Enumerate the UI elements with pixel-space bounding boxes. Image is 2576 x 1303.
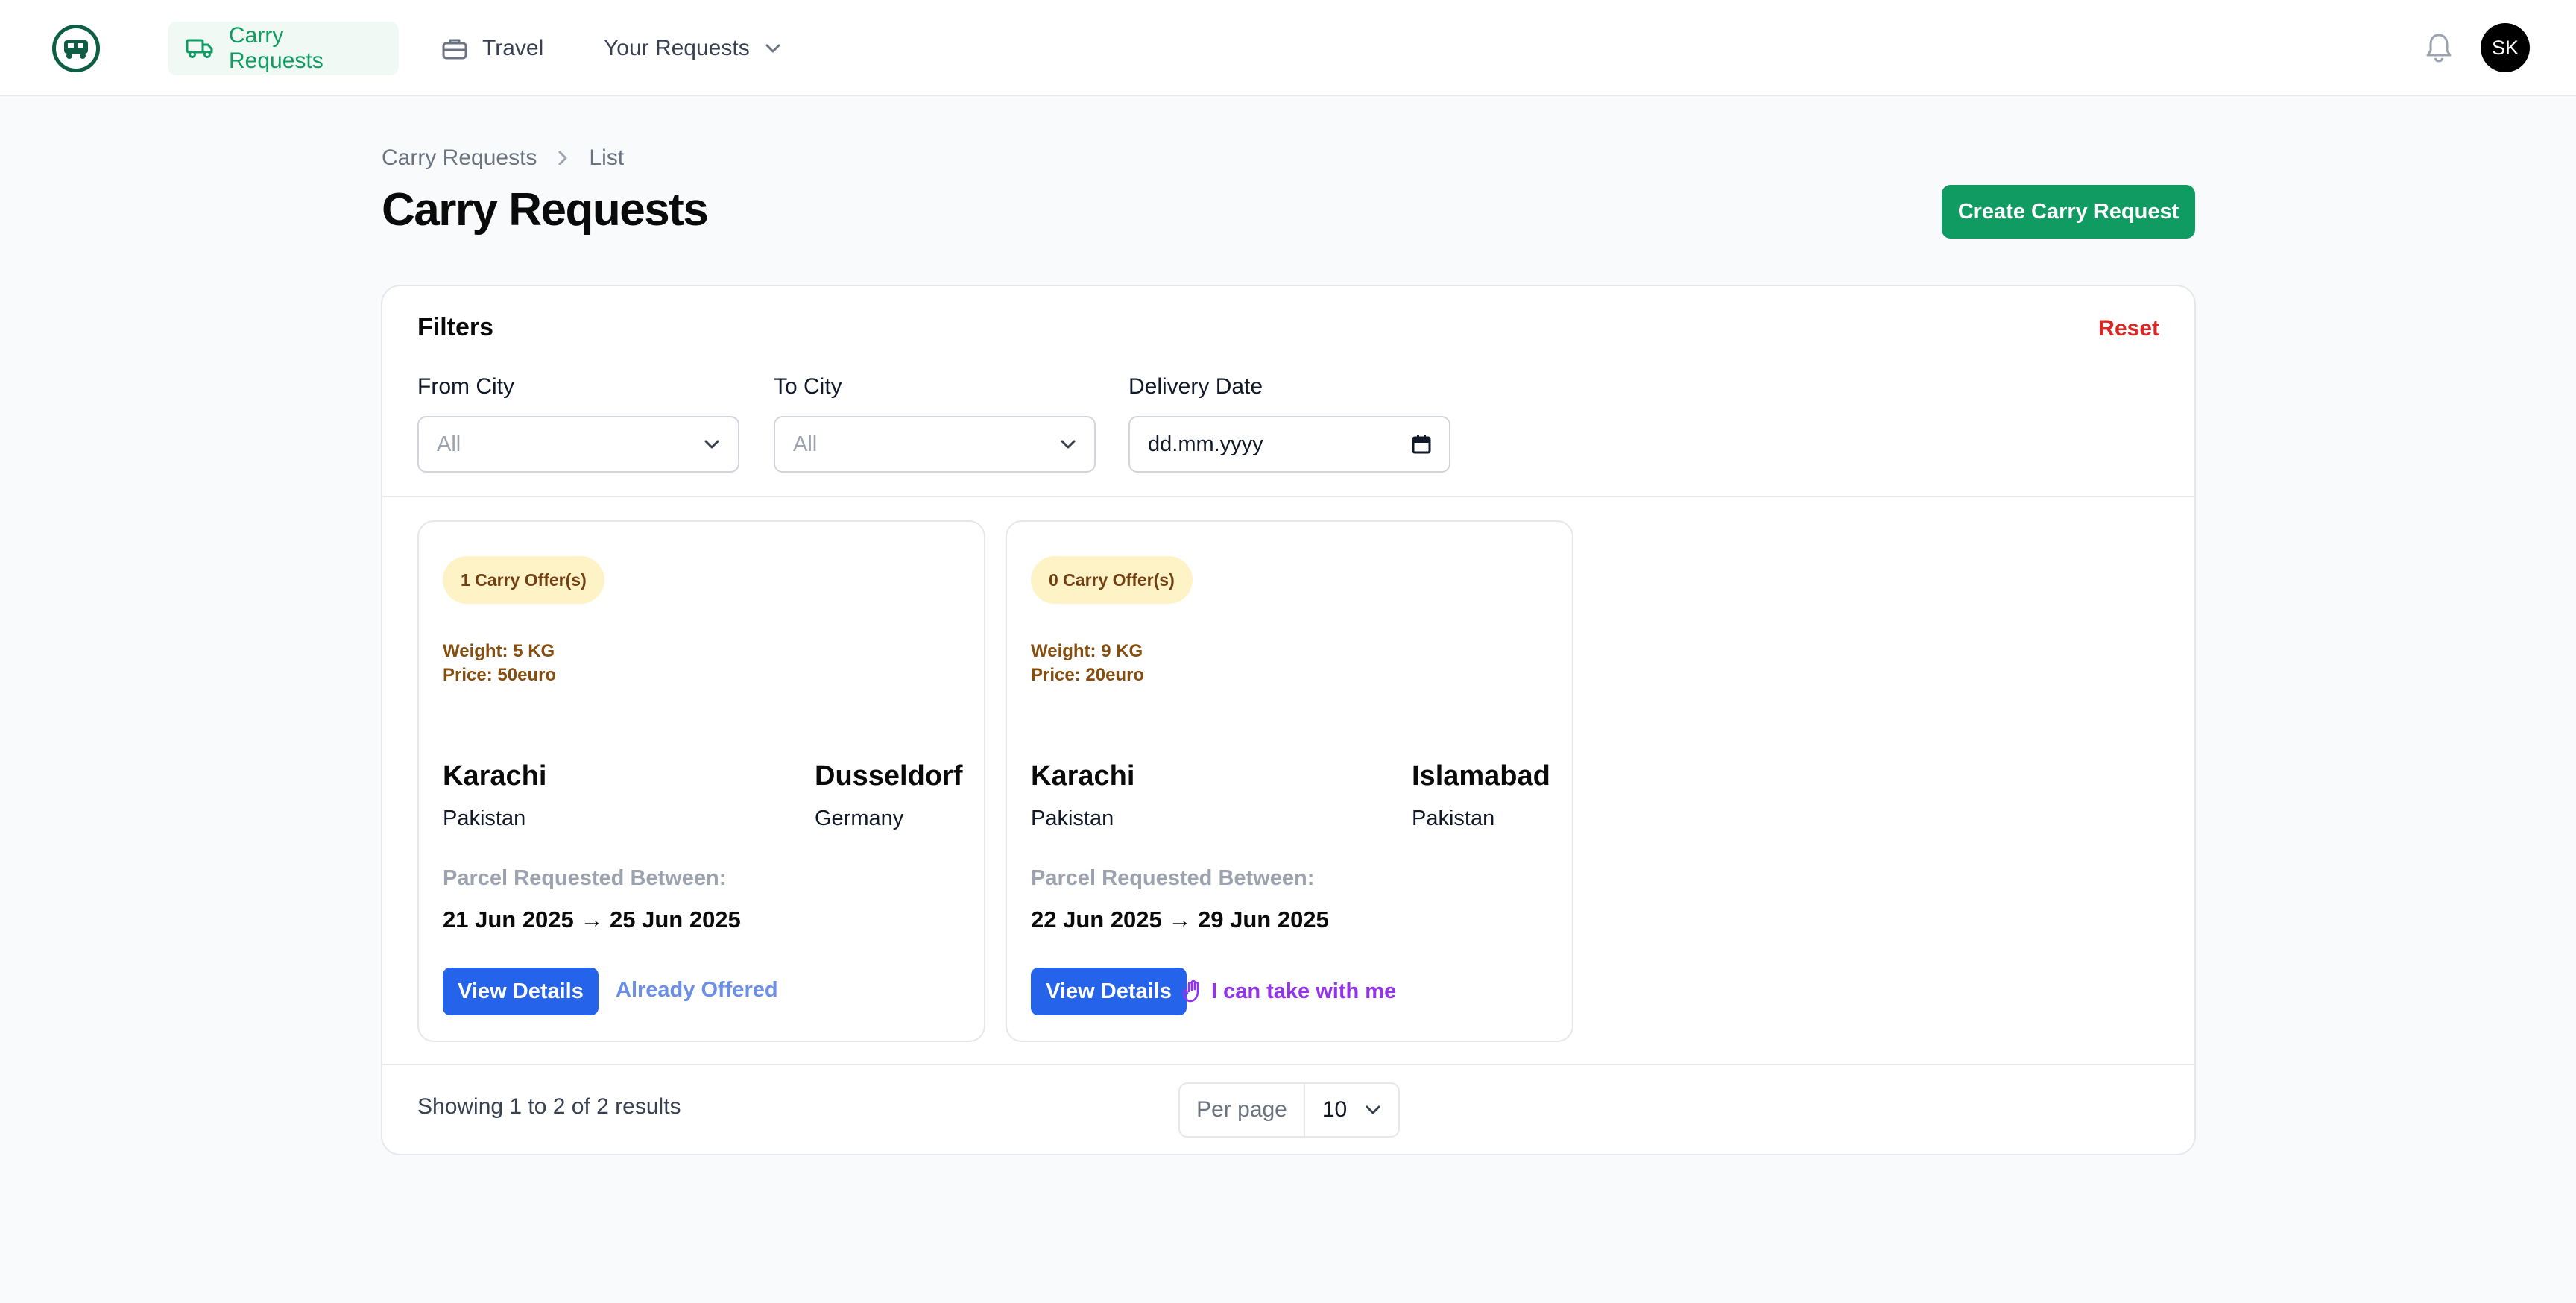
carry-offers-badge: 1 Carry Offer(s)	[443, 556, 604, 604]
carry-requests-panel: Filters Reset From City All To City All …	[381, 285, 2196, 1155]
to-city: Islamabad	[1412, 760, 1550, 792]
chevron-down-icon	[704, 440, 719, 449]
nav-carry-requests-label: Carry Requests	[229, 23, 323, 73]
chevron-down-icon	[1061, 440, 1076, 449]
view-details-button[interactable]: View Details	[443, 968, 599, 1015]
filters-title: Filters	[417, 313, 494, 341]
chevron-down-icon	[1366, 1105, 1380, 1114]
price-text: Price: 50euro	[443, 665, 557, 685]
create-carry-request-button[interactable]: Create Carry Request	[1942, 185, 2195, 239]
breadcrumb-list: List	[589, 145, 625, 170]
results-summary: Showing 1 to 2 of 2 results	[417, 1094, 681, 1119]
breadcrumb-carry-requests[interactable]: Carry Requests	[382, 145, 537, 171]
from-city: Karachi	[443, 760, 547, 792]
briefcase-icon	[442, 39, 467, 60]
requested-between-label: Parcel Requested Between:	[1031, 866, 1315, 890]
delivery-date-value: dd.mm.yyyy	[1148, 432, 1263, 456]
to-city: Dusseldorf	[815, 760, 963, 792]
i-can-take-label: I can take with me	[1211, 979, 1397, 1003]
from-city: Karachi	[1031, 760, 1135, 792]
delivery-date-input[interactable]: dd.mm.yyyy	[1128, 416, 1450, 473]
results-divider	[382, 1064, 2194, 1065]
i-can-take-button[interactable]: I can take with me	[1183, 969, 1396, 1014]
user-avatar[interactable]: SK	[2481, 23, 2530, 72]
chevron-down-icon	[765, 44, 780, 53]
to-city-select[interactable]: All	[774, 416, 1096, 473]
chevron-right-icon	[558, 151, 567, 165]
from-country: Pakistan	[443, 807, 526, 830]
calendar-icon[interactable]	[1412, 435, 1431, 454]
nav-travel-label: Travel	[482, 36, 544, 60]
top-nav: Carry Requests Travel Your Requests SK	[0, 0, 2576, 96]
to-country: Pakistan	[1412, 807, 1495, 830]
nav-carry-requests[interactable]: Carry Requests	[168, 22, 399, 75]
from-city-select[interactable]: All	[417, 416, 739, 473]
requested-dates: 22 Jun 2025 → 29 Jun 2025	[1031, 906, 1329, 933]
hand-icon	[1183, 979, 1199, 1003]
reset-filters-button[interactable]: Reset	[2098, 316, 2159, 341]
per-page-select[interactable]: Per page 10	[1178, 1082, 1400, 1138]
already-offered-label: Already Offered	[616, 978, 778, 1002]
breadcrumb: Carry Requests List	[382, 143, 624, 173]
from-country: Pakistan	[1031, 807, 1114, 830]
price-text: Price: 20euro	[1031, 665, 1145, 685]
page-title: Carry Requests	[382, 184, 709, 236]
app-logo-icon[interactable]	[52, 25, 100, 72]
to-city-value: All	[793, 432, 818, 456]
to-country: Germany	[815, 807, 904, 830]
requested-between-label: Parcel Requested Between:	[443, 866, 727, 890]
notifications-bell-icon[interactable]	[2422, 30, 2455, 66]
to-city-label: To City	[774, 374, 842, 399]
from-city-label: From City	[417, 374, 514, 399]
nav-your-requests[interactable]: Your Requests	[586, 22, 799, 75]
carry-request-card: 1 Carry Offer(s) Weight: 5 KG Price: 50e…	[417, 520, 985, 1042]
filters-divider	[382, 496, 2194, 497]
nav-travel[interactable]: Travel	[424, 22, 561, 75]
per-page-label: Per page	[1180, 1084, 1305, 1136]
weight-text: Weight: 9 KG	[1031, 641, 1143, 661]
from-city-value: All	[437, 432, 461, 456]
weight-text: Weight: 5 KG	[443, 641, 555, 661]
truck-icon	[186, 39, 213, 58]
carry-offers-badge: 0 Carry Offer(s)	[1031, 556, 1193, 604]
nav-your-requests-label: Your Requests	[604, 36, 750, 60]
per-page-value: 10	[1322, 1097, 1348, 1122]
requested-dates: 21 Jun 2025 → 25 Jun 2025	[443, 906, 741, 933]
view-details-button[interactable]: View Details	[1031, 968, 1187, 1015]
carry-request-card: 0 Carry Offer(s) Weight: 9 KG Price: 20e…	[1006, 520, 1573, 1042]
delivery-date-label: Delivery Date	[1128, 374, 1263, 399]
per-page-dropdown[interactable]: 10	[1305, 1084, 1398, 1136]
